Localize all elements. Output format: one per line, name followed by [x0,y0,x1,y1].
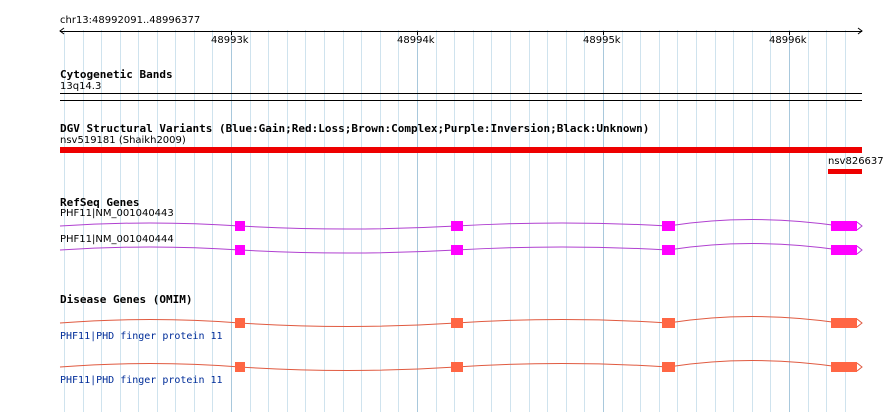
exon [831,362,857,372]
exon [451,318,463,328]
gene-arrow [856,362,863,372]
exon [831,318,857,328]
intron-line [59,316,841,327]
intron-line [59,360,841,371]
omim-gene-models [59,316,863,372]
exon [662,318,675,328]
gene-label[interactable]: PHF11|PHD finger protein 11 [60,375,223,387]
exon [235,318,245,328]
exon [451,362,463,372]
exon [662,362,675,372]
genome-browser-panel: chr13:48992091..48996377 48993k 48994k 4… [0,0,890,412]
gene-arrow [856,318,863,328]
exon [235,362,245,372]
gene-label[interactable]: PHF11|PHD finger protein 11 [60,331,223,343]
